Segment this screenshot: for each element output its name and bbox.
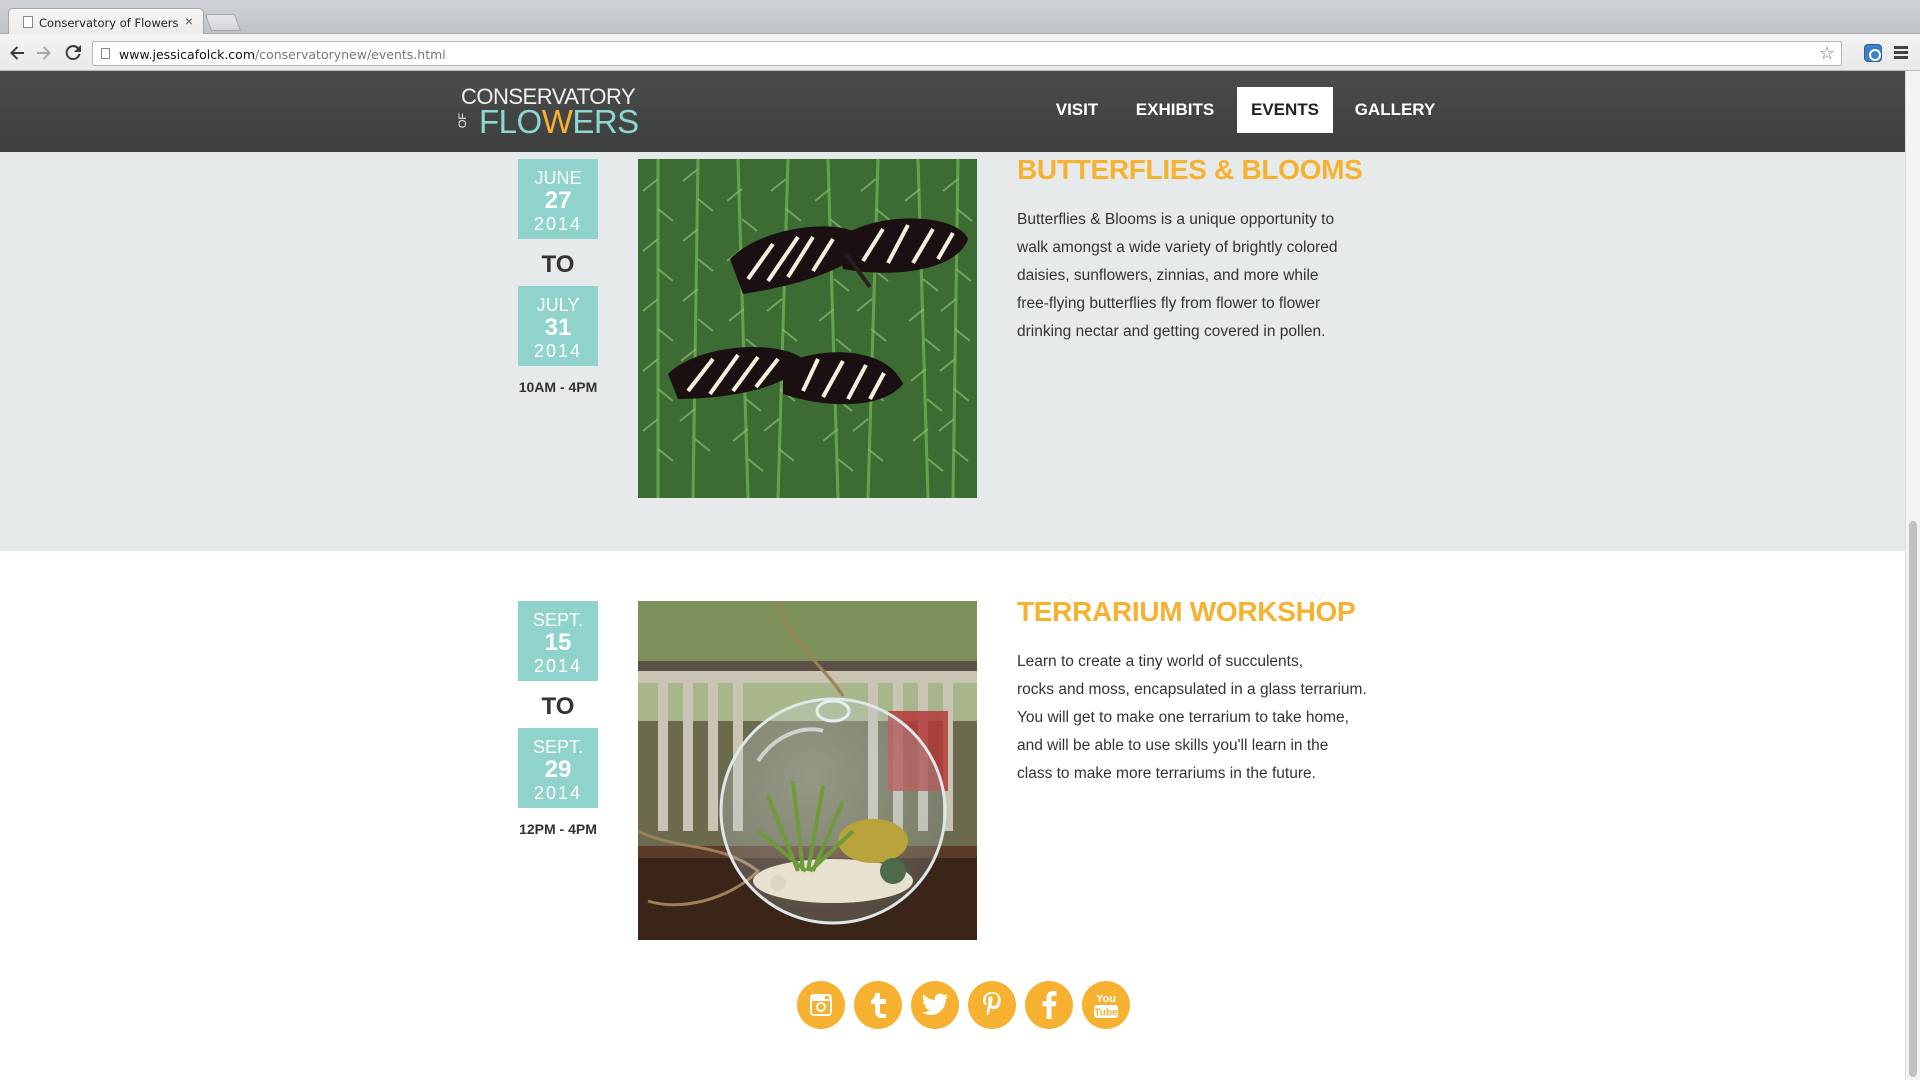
browser-tabstrip: Conservatory of Flowers × [0, 0, 1920, 35]
nav-gallery[interactable]: GALLERY [1344, 87, 1446, 133]
twitter-icon[interactable] [911, 981, 959, 1029]
new-tab-button[interactable] [204, 14, 242, 31]
event-title: TERRARIUM WORKSHOP [1017, 596, 1356, 627]
browser-tab[interactable]: Conservatory of Flowers × [8, 8, 204, 35]
browser-toolbar: www.jessicafolck.com/conservatorynew/eve… [0, 34, 1920, 71]
footer [0, 971, 1905, 1080]
tab-close-icon[interactable]: × [185, 13, 193, 29]
butterflies-photo [638, 159, 977, 498]
date-separator: TO [541, 693, 575, 720]
instagram-icon[interactable] [797, 981, 845, 1029]
scrollbar-thumb[interactable] [1909, 521, 1917, 1077]
event-hours: 10AM - 4PM [518, 379, 598, 395]
start-date-badge: JUNE 27 2014 [518, 159, 598, 239]
nav-visit[interactable]: VISIT [1041, 87, 1113, 133]
forward-arrow-icon[interactable] [33, 42, 55, 64]
event-title: BUTTERFLIES & BLOOMS [1017, 154, 1363, 185]
event-hours: 12PM - 4PM [519, 821, 597, 837]
url-text: www.jessicafolck.com/conservatorynew/eve… [119, 47, 446, 62]
date-separator: TO [541, 251, 575, 278]
event-butterflies: JUNE 27 2014 TO JULY 31 2014 10AM - 4PM [0, 152, 1905, 551]
event-description: Butterflies & Blooms is a unique opportu… [1017, 211, 1338, 340]
svg-text:Tube: Tube [1094, 1008, 1118, 1019]
event-terrarium: SEPT. 15 2014 TO SEPT. 29 2014 12PM - 4P… [0, 551, 1905, 971]
site-header: CONSERVATORY OF FLOWERS VISIT EXHIBITS E… [0, 71, 1905, 152]
youtube-icon[interactable]: You Tube [1082, 981, 1130, 1029]
extension-icon[interactable] [1864, 44, 1882, 62]
end-date-badge: SEPT. 29 2014 [518, 728, 598, 808]
facebook-icon[interactable] [1025, 981, 1073, 1029]
page-scrollbar[interactable] [1905, 71, 1920, 1080]
nav-exhibits[interactable]: EXHIBITS [1126, 87, 1224, 133]
address-bar[interactable]: www.jessicafolck.com/conservatorynew/eve… [92, 41, 1842, 66]
pinterest-icon[interactable] [968, 981, 1016, 1029]
end-date-badge: JULY 31 2014 [518, 286, 598, 366]
reload-icon[interactable] [62, 42, 84, 64]
tab-title: Conservatory of Flowers [39, 16, 179, 30]
nav-events[interactable]: EVENTS [1237, 87, 1333, 133]
back-arrow-icon[interactable] [6, 42, 28, 64]
start-date-badge: SEPT. 15 2014 [518, 601, 598, 681]
logo-flowers: FLOWERS [479, 103, 639, 140]
svg-text:You: You [1096, 993, 1116, 1005]
terrarium-photo [638, 601, 977, 940]
conservatory-logo[interactable]: CONSERVATORY OF FLOWERS [457, 84, 639, 140]
page-icon [101, 48, 110, 59]
page-favicon-icon [23, 16, 33, 28]
tumblr-icon[interactable] [854, 981, 902, 1029]
event-description: Learn to create a tiny world of succulen… [1017, 653, 1367, 782]
chrome-menu-icon[interactable] [1894, 46, 1908, 59]
logo-of: OF [457, 112, 470, 129]
bookmark-star-icon[interactable]: ☆ [1819, 43, 1835, 64]
